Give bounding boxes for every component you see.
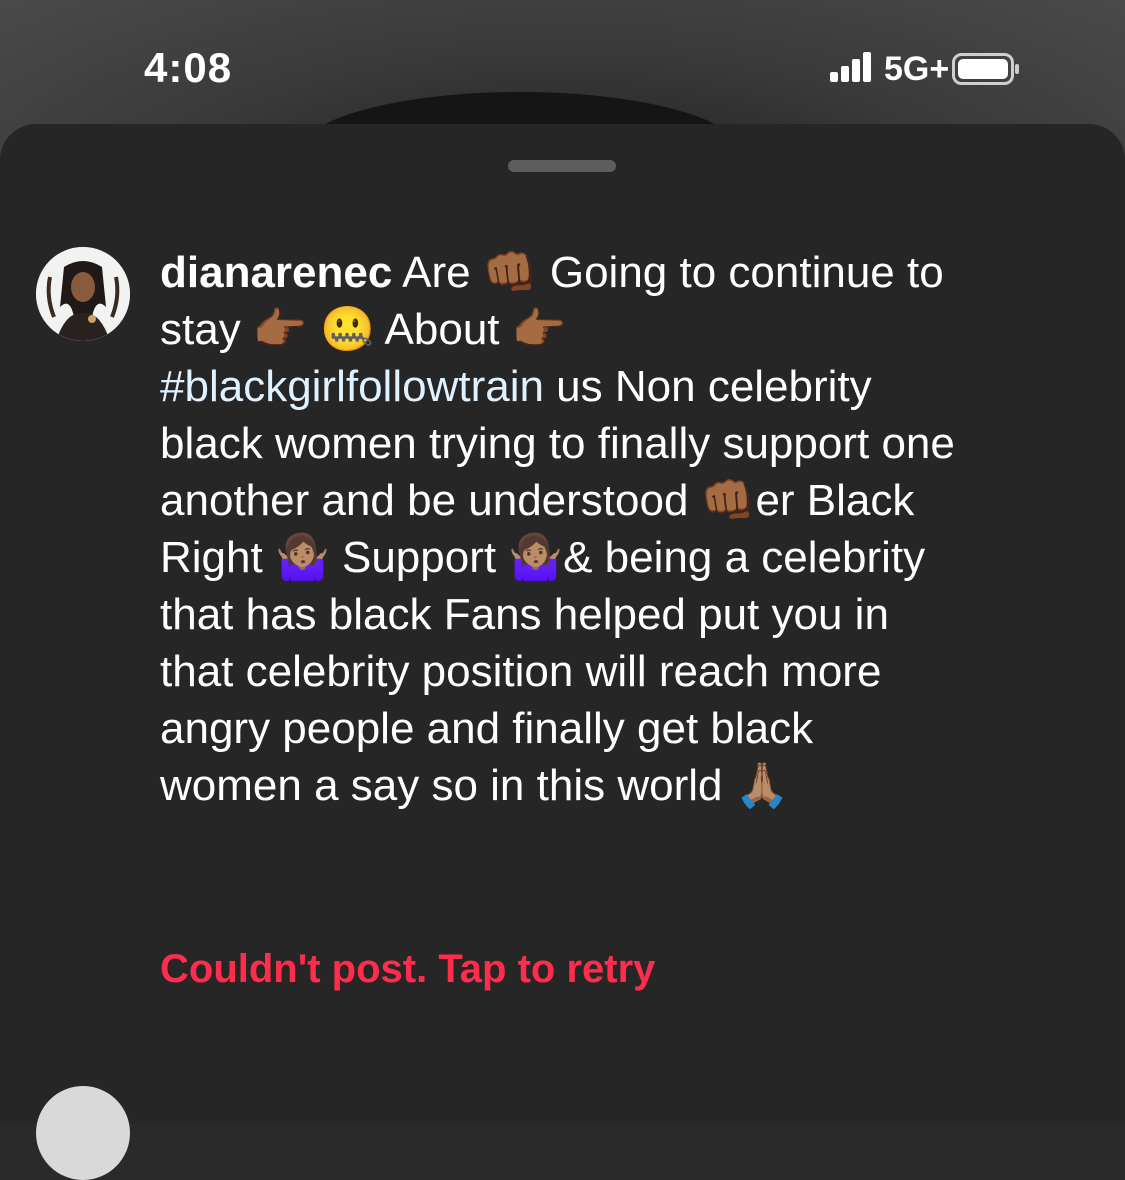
comment-segment: Are [392, 248, 483, 297]
avatar-image [36, 247, 130, 341]
comment-segment: About [374, 305, 512, 354]
network-type: 5G+ [884, 50, 950, 88]
pointing-right-emoji: 👉🏾 [252, 304, 308, 355]
status-time: 4:08 [144, 44, 233, 91]
comment-segment [308, 305, 320, 354]
shrug-emoji: 🤷🏽‍♀️ [274, 532, 330, 583]
comment-text: dianarenec Are 👊🏾 Going to continue to s… [160, 244, 960, 814]
comments-sheet: dianarenec Are 👊🏾 Going to continue to s… [0, 124, 1125, 1180]
comment-username[interactable]: dianarenec [160, 248, 392, 297]
praying-hands-emoji: 🙏🏽 [734, 760, 790, 811]
fist-bump-emoji: 👊🏾 [700, 475, 756, 526]
pointing-right-emoji: 👉🏾 [511, 304, 567, 355]
fist-bump-emoji: 👊🏾 [482, 247, 538, 298]
battery-icon [952, 53, 1019, 85]
sheet-grabber[interactable] [508, 160, 616, 172]
zipper-mouth-emoji: 🤐 [319, 304, 375, 355]
next-comment-avatar[interactable] [36, 1086, 130, 1180]
status-bar: 4:08 5G+ [0, 0, 1125, 130]
cellular-signal-icon [830, 52, 871, 82]
hashtag-link[interactable]: #blackgirlfollowtrain [160, 362, 544, 411]
shrug-emoji: 🤷🏽‍♀️ [508, 532, 564, 583]
comment-segment: Support [329, 533, 509, 582]
profile-avatar[interactable] [36, 247, 130, 341]
post-error-retry[interactable]: Couldn't post. Tap to retry [160, 947, 655, 992]
